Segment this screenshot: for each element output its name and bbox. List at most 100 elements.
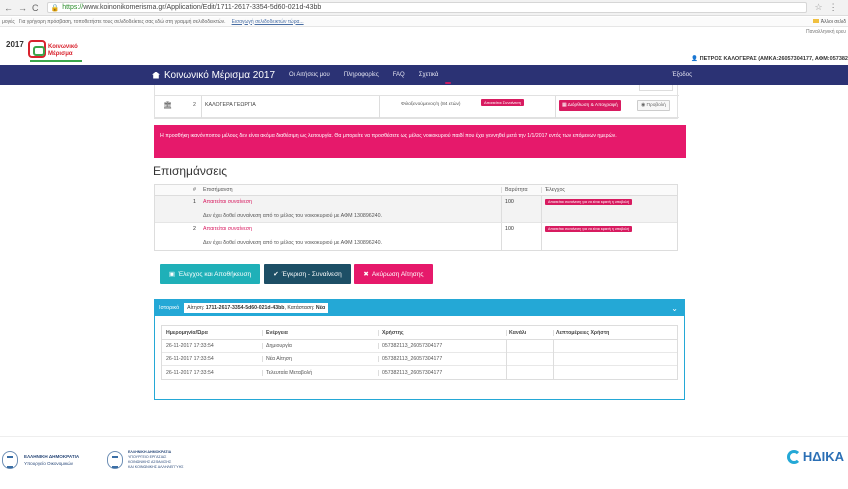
- members-table: 🏛 2 ΚΑΛΟΓΕΡΑ ΓΕΩΡΓΙΑ Φιλοξενούμενος/η (8…: [154, 82, 679, 119]
- approve-consent-button[interactable]: ✔ Έγκριση - Συναίνεση: [264, 264, 351, 284]
- history-channel: [506, 352, 553, 366]
- view-member-label: Προβολή: [646, 103, 666, 108]
- history-col-date: Ημερομηνία/Ώρα: [166, 329, 208, 336]
- reload-icon[interactable]: C: [32, 3, 39, 13]
- history-action: Δημιουργία: [262, 343, 378, 349]
- save-icon: ▣: [168, 271, 176, 278]
- history-date: 26-11-2017 17:33:54: [166, 369, 214, 376]
- history-table: Ημερομηνία/Ώρα Ενέργεια Χρήστης Κανάλι Λ…: [161, 325, 678, 380]
- history-date: 26-11-2017 17:33:54: [166, 343, 214, 349]
- user-info: 👤 ΠΕΤΡΟΣ ΚΑΛΟΓΕΡΑΣ (ΑΜΚΑ:26057304177, ΑΦ…: [691, 56, 848, 62]
- history-panel: Ιστορικό Αίτηση: 1711-2617-3354-5d60-021…: [154, 299, 685, 400]
- col-divider: [379, 96, 380, 118]
- brand-text: Κοινωνικό Μέρισμα 2017: [164, 69, 276, 81]
- warning-row: 1 Απαιτείται συναίνεση Δεν έχει δοθεί συ…: [155, 196, 677, 223]
- approve-consent-label: Έγκριση - Συναίνεση: [281, 270, 342, 278]
- warning-title[interactable]: Απαιτείται συναίνεση: [203, 199, 501, 205]
- warning-desc: Απαιτείται συναίνεση Δεν έχει δοθεί συνα…: [201, 223, 501, 250]
- members-row: 🏛 2 ΚΑΛΟΓΕΡΑ ΓΕΩΡΓΙΑ Φιλοξενούμενος/η (8…: [155, 96, 679, 118]
- consent-badge-partial: [445, 82, 451, 84]
- warning-weight: 100: [501, 196, 541, 222]
- warning-title[interactable]: Απαιτείται συναίνεση: [203, 226, 501, 232]
- edit-member-label: Διόρθωση & Απογραφή: [567, 103, 618, 108]
- table-row: 26-11-2017 17:33:54 Τελευταία Μεταβολή 0…: [162, 366, 677, 379]
- close-icon: ✖: [363, 271, 369, 278]
- warning-num: 1: [193, 199, 196, 205]
- warnings-table: # Επισήμανση Βαρύτητα Έλεγχος 1 Απαιτείτ…: [154, 184, 678, 251]
- nav-logout[interactable]: Έξοδος: [672, 72, 692, 78]
- check-save-label: Έλεγχος και Αποθήκευση: [178, 270, 252, 278]
- greek-crest-icon: [2, 451, 18, 469]
- check-save-button[interactable]: ▣ Έλεγχος και Αποθήκευση: [160, 264, 260, 284]
- back-icon[interactable]: ←: [4, 3, 13, 13]
- history-header[interactable]: Ιστορικό Αίτηση: 1711-2617-3354-5d60-021…: [155, 300, 684, 316]
- table-row: 26-11-2017 17:33:54 Νέα Αίτηση 057382113…: [162, 352, 677, 366]
- warning-row: 2 Απαιτείται συναίνεση Δεν έχει δοθεί συ…: [155, 223, 677, 250]
- app-prefix: Αίτηση:: [187, 305, 205, 311]
- url-protocol: https://: [62, 4, 84, 11]
- warnings-col-weight: Βαρύτητα: [501, 187, 541, 193]
- table-row: 26-11-2017 17:33:54 Δημιουργία 057382113…: [162, 339, 677, 353]
- footer-gov3d: ΚΑΙ ΚΟΙΝΩΝΙΚΗΣ ΑΛΛΗΛΕΓΓΥΗΣ: [128, 465, 184, 469]
- cancel-application-button[interactable]: ✖ Ακύρωση Αίτησης: [354, 264, 433, 284]
- member-num: 2: [193, 102, 196, 108]
- address-bar[interactable]: 🔒 https:// www.koinonikomerisma.gr/Appli…: [46, 2, 807, 13]
- logo-year: 2017: [6, 40, 24, 49]
- import-bookmarks-link[interactable]: Εισαγωγή σελιδοδεικτών τώρα...: [232, 19, 304, 25]
- member-name: ΚΑΛΟΓΕΡΑ ΓΕΩΡΓΙΑ: [205, 102, 256, 108]
- forward-icon[interactable]: →: [18, 3, 27, 13]
- view-member-button[interactable]: ◉ Προβολή: [637, 100, 670, 111]
- chevron-down-icon[interactable]: ⌄: [671, 304, 678, 313]
- nav-info[interactable]: Πληροφορίες: [344, 72, 379, 78]
- bookmark-star-icon[interactable]: ☆: [815, 2, 823, 13]
- other-bookmarks-folder[interactable]: Άλλοι σελιδ: [812, 18, 846, 25]
- warning-check: Απαιτείται συναίνεση για να είναι εφικτή…: [541, 223, 677, 250]
- history-action: Νέα Αίτηση: [262, 356, 378, 362]
- history-date: 26-11-2017 17:33:54: [166, 356, 214, 362]
- col-divider: [555, 96, 556, 118]
- warning-desc: Απαιτείται συναίνεση Δεν έχει δοθεί συνα…: [201, 196, 501, 222]
- logo-mark-icon: [28, 40, 46, 58]
- site-logo[interactable]: 2017 Κοινωνικό Μέρισμα: [4, 38, 84, 64]
- view-button-partial[interactable]: [639, 85, 673, 91]
- main-navbar: Κοινωνικό Μέρισμα 2017 Οι Αιτήσεις μου Π…: [0, 65, 848, 85]
- logo-line1: Κοινωνικό: [48, 44, 78, 50]
- footer-gov1: ΕΛΛΗΝΙΚΗ ΔΗΜΟΚΡΑΤΙΑ: [24, 454, 80, 459]
- history-col-channel: Κανάλι: [506, 329, 553, 336]
- home-icon: [152, 71, 160, 79]
- history-channel: [506, 366, 553, 379]
- nav-faq[interactable]: FAQ: [393, 72, 405, 78]
- warnings-col-num: #: [193, 187, 196, 193]
- warnings-title: Επισημάνσεις: [153, 164, 228, 178]
- warning-check: Απαιτείται συναίνεση για να είναι εφικτή…: [541, 196, 677, 222]
- history-app-info: Αίτηση: 1711-2617-3354-5d60-021d-43bb, Κ…: [184, 303, 329, 313]
- warning-num: 2: [193, 226, 196, 232]
- lang-link[interactable]: Παναλληνική ερευ: [806, 29, 846, 35]
- edit-member-button[interactable]: ▦ Διόρθωση & Απογραφή: [559, 100, 621, 111]
- footer-gov3a: ΕΛΛΗΝΙΚΗ ΔΗΜΟΚΡΑΤΙΑ: [128, 450, 172, 454]
- warnings-col-check: Έλεγχος: [541, 187, 677, 193]
- footer-divider: [0, 436, 848, 437]
- history-details: [553, 339, 677, 353]
- consent-required-badge: Απαιτείται Συναίνεση: [481, 99, 524, 106]
- member-status: Φιλοξενούμενος/η (84 ετών): [401, 102, 461, 107]
- browser-menu-icon[interactable]: ⋮: [829, 2, 838, 13]
- idika-swirl-icon: [786, 449, 801, 464]
- footer-gov-logos: ΕΛΛΗΝΙΚΗ ΔΗΜΟΚΡΑΤΙΑ Υπουργείο Οικονομικώ…: [2, 449, 202, 475]
- warning-check-badge: Απαιτείται συναίνεση για να είναι εφικτή…: [545, 226, 632, 232]
- bookmarks-prefix: μογές: [2, 18, 15, 25]
- history-details: [553, 366, 677, 379]
- folder-label: Άλλοι σελιδ: [820, 18, 846, 25]
- warning-weight: 100: [501, 223, 541, 250]
- bookmarks-hint: Για γρήγορη πρόσβαση, τοποθετήστε τους σ…: [18, 18, 226, 25]
- user-icon: 👤: [691, 56, 699, 62]
- nav-my-applications[interactable]: Οι Αιτήσεις μου: [289, 72, 330, 78]
- history-col-user: Χρήστης: [378, 329, 506, 336]
- warnings-header: # Επισήμανση Βαρύτητα Έλεγχος: [155, 185, 677, 196]
- nav-about[interactable]: Σχετικά: [419, 72, 439, 78]
- footer-gov2: Υπουργείο Οικονομικών: [24, 461, 74, 466]
- cancel-application-label: Ακύρωση Αίτησης: [371, 270, 424, 278]
- info-alert: Η προσθήκη ικανόνποιτου μέλους δεν είναι…: [154, 125, 686, 158]
- status-prefix: , Κατάσταση:: [284, 305, 315, 311]
- brand-link[interactable]: Κοινωνικό Μέρισμα 2017: [152, 70, 275, 81]
